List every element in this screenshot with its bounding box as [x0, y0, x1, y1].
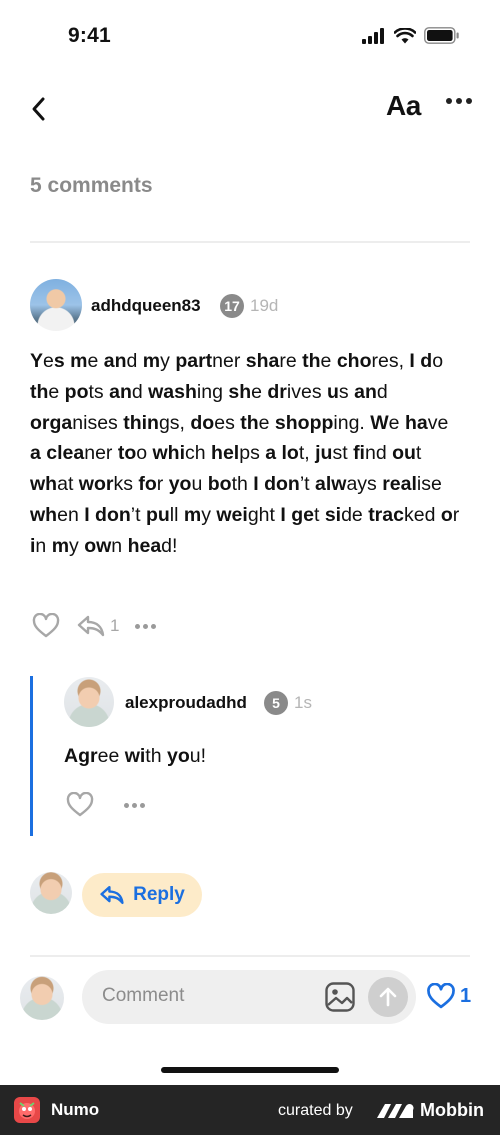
image-icon	[325, 982, 355, 1012]
chevron-left-icon	[32, 97, 45, 121]
reply-count-button[interactable]: 1	[76, 614, 119, 638]
dot-icon	[132, 802, 137, 808]
reply-level-badge: 5	[264, 691, 288, 715]
current-user-avatar	[30, 872, 72, 914]
reply-arrow-icon	[77, 615, 105, 637]
comment-actions: 1	[32, 612, 157, 639]
footer-curated-by: curated by	[278, 1102, 353, 1119]
arrow-up-icon	[379, 987, 397, 1007]
footer-brand: Mobbin	[420, 1100, 484, 1120]
back-button[interactable]	[24, 94, 54, 124]
footer-bar: Numo curated by Mobbin	[0, 1085, 500, 1135]
dot-icon	[143, 623, 149, 629]
thread-line	[30, 676, 33, 836]
status-time: 9:41	[68, 24, 111, 47]
text-size-button[interactable]: Aa	[386, 90, 421, 122]
home-indicator	[161, 1067, 339, 1073]
reply-count: 1	[110, 616, 120, 635]
reply-button-label: Reply	[133, 884, 185, 905]
more-dot-icon	[456, 98, 462, 104]
status-icons	[362, 27, 460, 44]
level-badge: 17	[220, 294, 244, 318]
post-like-button[interactable]: 1	[426, 983, 471, 1010]
heart-icon	[32, 612, 60, 638]
signal-icon	[362, 27, 384, 44]
comment-more-button[interactable]	[135, 623, 157, 629]
dot-icon	[140, 802, 145, 808]
heart-icon	[66, 791, 94, 817]
comment-composer[interactable]: Comment	[82, 970, 416, 1024]
send-button[interactable]	[368, 977, 408, 1017]
comment-input[interactable]: Comment	[102, 985, 184, 1007]
composer-avatar	[20, 976, 64, 1020]
more-dot-icon	[466, 98, 472, 104]
image-upload-button[interactable]	[324, 981, 356, 1013]
divider	[30, 955, 470, 957]
reply-timestamp: 1s	[294, 693, 312, 712]
battery-icon	[424, 27, 459, 44]
comment-body: Yes me and my partner share the chores, …	[30, 350, 460, 557]
heart-icon	[427, 983, 455, 1009]
divider	[30, 241, 470, 243]
avatar[interactable]	[30, 279, 82, 331]
post-like-count: 1	[460, 985, 472, 1007]
reply-button[interactable]: Reply	[82, 873, 202, 917]
comment-username[interactable]: adhdqueen83	[91, 296, 201, 316]
footer-app-name: Numo	[51, 1100, 100, 1119]
wifi-icon	[394, 27, 416, 43]
numo-logo-icon	[14, 1097, 40, 1123]
reply-arrow-icon	[100, 885, 124, 905]
more-dot-icon	[446, 98, 452, 104]
reply-more-button[interactable]	[124, 802, 145, 808]
reply-username[interactable]: alexproudadhd	[125, 693, 247, 713]
more-options-button[interactable]	[446, 98, 472, 104]
reply-body: Agree with you!	[64, 745, 207, 767]
dot-icon	[124, 802, 129, 808]
comments-count: 5 comments	[30, 174, 153, 197]
reply-like-button[interactable]	[66, 791, 94, 818]
dot-icon	[151, 623, 157, 629]
reply-avatar[interactable]	[64, 677, 114, 727]
like-button[interactable]	[32, 612, 60, 639]
dot-icon	[135, 623, 141, 629]
comment-timestamp: 19d	[250, 296, 279, 315]
reply-actions	[66, 791, 145, 818]
mobbin-logo-icon	[376, 1101, 414, 1124]
